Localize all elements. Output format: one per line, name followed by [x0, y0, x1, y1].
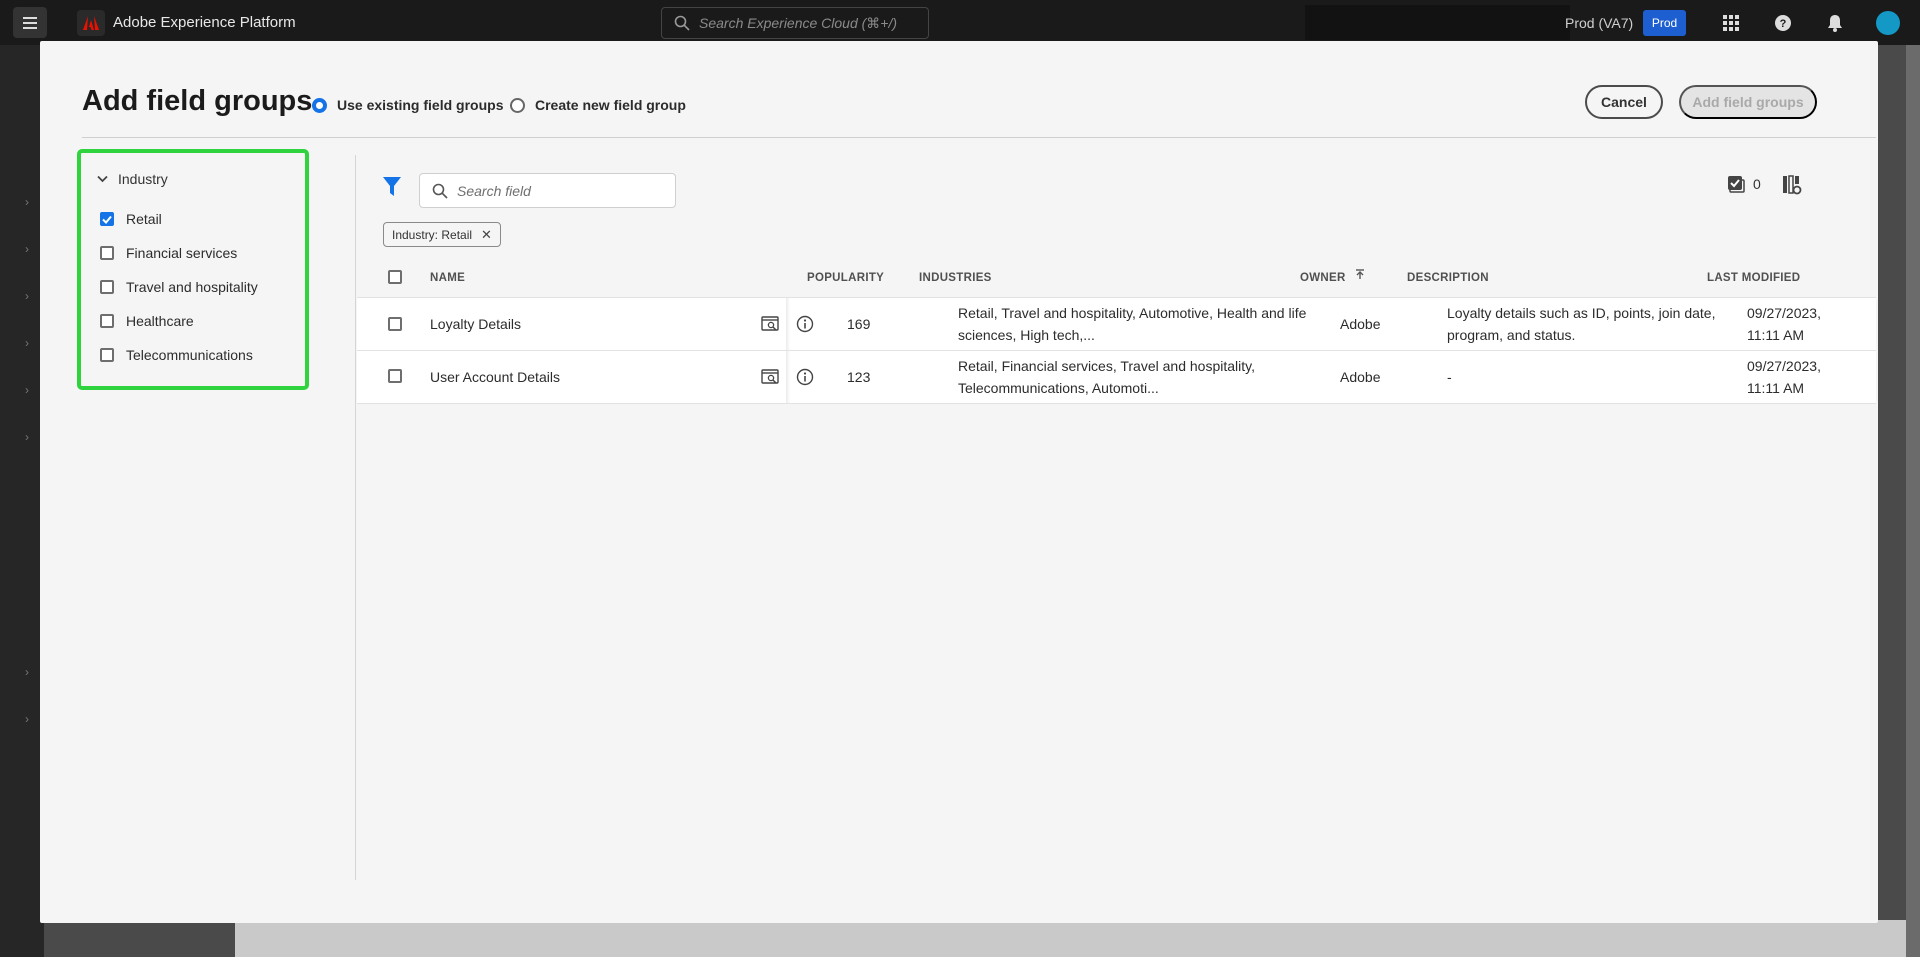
row-name[interactable]: User Account Details: [430, 366, 560, 388]
filter-option-label: Travel and hospitality: [126, 279, 258, 295]
environment-badge: Prod: [1643, 10, 1686, 36]
global-search-placeholder: Search Experience Cloud (⌘+/): [699, 14, 898, 31]
top-nav-bar: Adobe Experience Platform Search Experie…: [0, 0, 1920, 45]
apps-grid-icon[interactable]: [1720, 12, 1742, 34]
row-popularity: 169: [847, 316, 871, 332]
add-field-groups-button[interactable]: Add field groups: [1679, 85, 1817, 119]
cancel-button[interactable]: Cancel: [1585, 85, 1663, 119]
column-header-name[interactable]: NAME: [430, 272, 465, 284]
radio-unselected-icon[interactable]: [510, 97, 525, 113]
rail-chevron-icon: ›: [25, 665, 29, 679]
industry-filter-panel: Industry Retail Financial services Trave…: [77, 149, 309, 390]
background-workspace: [235, 920, 1920, 957]
info-icon[interactable]: [794, 366, 816, 388]
radio-create-new[interactable]: Create new field group: [510, 97, 686, 113]
remove-filter-close-icon[interactable]: ✕: [481, 227, 492, 243]
global-search-input[interactable]: Search Experience Cloud (⌘+/): [661, 7, 929, 39]
notifications-bell-icon[interactable]: [1824, 12, 1846, 34]
add-field-groups-dialog: Add field groups Use existing field grou…: [40, 41, 1878, 923]
filter-option-travel-hospitality[interactable]: Travel and hospitality: [100, 279, 258, 295]
row-description: Loyalty details such as ID, points, join…: [1447, 305, 1716, 343]
filter-option-label: Telecommunications: [126, 347, 253, 363]
selected-count[interactable]: 0: [1727, 175, 1761, 193]
adobe-logo-icon[interactable]: [77, 10, 105, 36]
filter-option-telecommunications[interactable]: Telecommunications: [100, 347, 253, 363]
filter-option-retail[interactable]: Retail: [100, 211, 162, 227]
checkbox-checked-icon[interactable]: [100, 212, 114, 226]
radio-use-existing-label: Use existing field groups: [337, 97, 504, 113]
selected-count-value: 0: [1753, 176, 1761, 192]
filter-funnel-icon[interactable]: [383, 177, 401, 202]
row-description: -: [1447, 369, 1452, 385]
column-header-owner[interactable]: OWNER: [1300, 272, 1346, 284]
sandbox-switcher[interactable]: Prod (VA7): [1565, 15, 1633, 31]
search-icon: [674, 15, 690, 31]
active-filter-tag: Industry: Retail ✕: [383, 222, 501, 247]
row-checkbox[interactable]: [388, 317, 402, 331]
row-industries: Retail, Travel and hospitality, Automoti…: [958, 305, 1307, 343]
rail-chevron-icon: ›: [25, 430, 29, 444]
background-scrollbar: [1906, 45, 1920, 957]
rail-chevron-icon: ›: [25, 195, 29, 209]
column-settings-icon[interactable]: [1782, 175, 1802, 200]
active-filter-tag-label: Industry: Retail: [392, 227, 473, 242]
filter-option-healthcare[interactable]: Healthcare: [100, 313, 194, 329]
column-header-description[interactable]: DESCRIPTION: [1407, 272, 1489, 284]
table-row[interactable]: Loyalty Details 169 Retail, Travel and h…: [357, 297, 1876, 351]
hamburger-menu-icon[interactable]: [13, 7, 47, 38]
checkbox-icon[interactable]: [100, 280, 114, 294]
table-bottom-border: [357, 403, 1876, 404]
row-last-modified: 09/27/2023, 11:11 AM: [1747, 358, 1821, 396]
column-divider: [786, 298, 790, 351]
rail-chevron-icon: ›: [25, 383, 29, 397]
column-divider: [786, 351, 790, 404]
sort-ascending-icon[interactable]: [1355, 269, 1365, 279]
filter-option-label: Financial services: [126, 245, 238, 261]
selected-items-icon: [1728, 176, 1745, 193]
preview-icon[interactable]: [759, 313, 781, 335]
field-search-input[interactable]: Search field: [419, 173, 676, 208]
checkbox-icon[interactable]: [100, 246, 114, 260]
checkbox-icon[interactable]: [100, 314, 114, 328]
radio-selected-icon[interactable]: [312, 97, 327, 113]
rail-chevron-icon: ›: [25, 289, 29, 303]
rail-chevron-icon: ›: [25, 712, 29, 726]
row-owner: Adobe: [1340, 316, 1381, 332]
row-name[interactable]: Loyalty Details: [430, 313, 521, 335]
preview-icon[interactable]: [759, 366, 781, 388]
chevron-down-icon: [97, 175, 108, 183]
column-header-last-modified[interactable]: LAST MODIFIED: [1707, 272, 1800, 284]
column-header-industries[interactable]: INDUSTRIES: [919, 272, 992, 284]
header-divider: [82, 137, 1876, 138]
checkbox-icon[interactable]: [100, 348, 114, 362]
user-avatar[interactable]: [1876, 11, 1900, 35]
search-icon: [432, 183, 448, 199]
help-icon[interactable]: ?: [1772, 12, 1794, 34]
row-popularity: 123: [847, 369, 871, 385]
row-last-modified: 09/27/2023, 11:11 AM: [1747, 305, 1821, 343]
row-checkbox[interactable]: [388, 369, 402, 383]
industry-filter-toggle[interactable]: Industry: [97, 171, 168, 187]
panel-divider: [355, 155, 356, 880]
rail-chevron-icon: ›: [25, 336, 29, 350]
industry-filter-heading: Industry: [118, 171, 168, 187]
svg-text:?: ?: [1780, 18, 1787, 30]
select-all-checkbox[interactable]: [388, 270, 402, 284]
background-left-rail: › › › › › › › ›: [0, 45, 44, 957]
radio-use-existing[interactable]: Use existing field groups: [312, 97, 503, 113]
table-row[interactable]: User Account Details 123 Retail, Financi…: [357, 350, 1876, 404]
filter-option-label: Retail: [126, 211, 162, 227]
dialog-title: Add field groups: [82, 85, 313, 117]
field-search-placeholder: Search field: [457, 182, 531, 199]
app-title[interactable]: Adobe Experience Platform: [113, 14, 296, 31]
topbar-spacer: [1305, 5, 1570, 40]
rail-chevron-icon: ›: [25, 242, 29, 256]
filter-option-financial-services[interactable]: Financial services: [100, 245, 237, 261]
column-header-popularity[interactable]: POPULARITY: [807, 272, 884, 284]
filter-option-label: Healthcare: [126, 313, 194, 329]
row-owner: Adobe: [1340, 369, 1381, 385]
row-industries: Retail, Financial services, Travel and h…: [958, 358, 1255, 396]
info-icon[interactable]: [794, 313, 816, 335]
radio-create-new-label: Create new field group: [535, 97, 686, 113]
